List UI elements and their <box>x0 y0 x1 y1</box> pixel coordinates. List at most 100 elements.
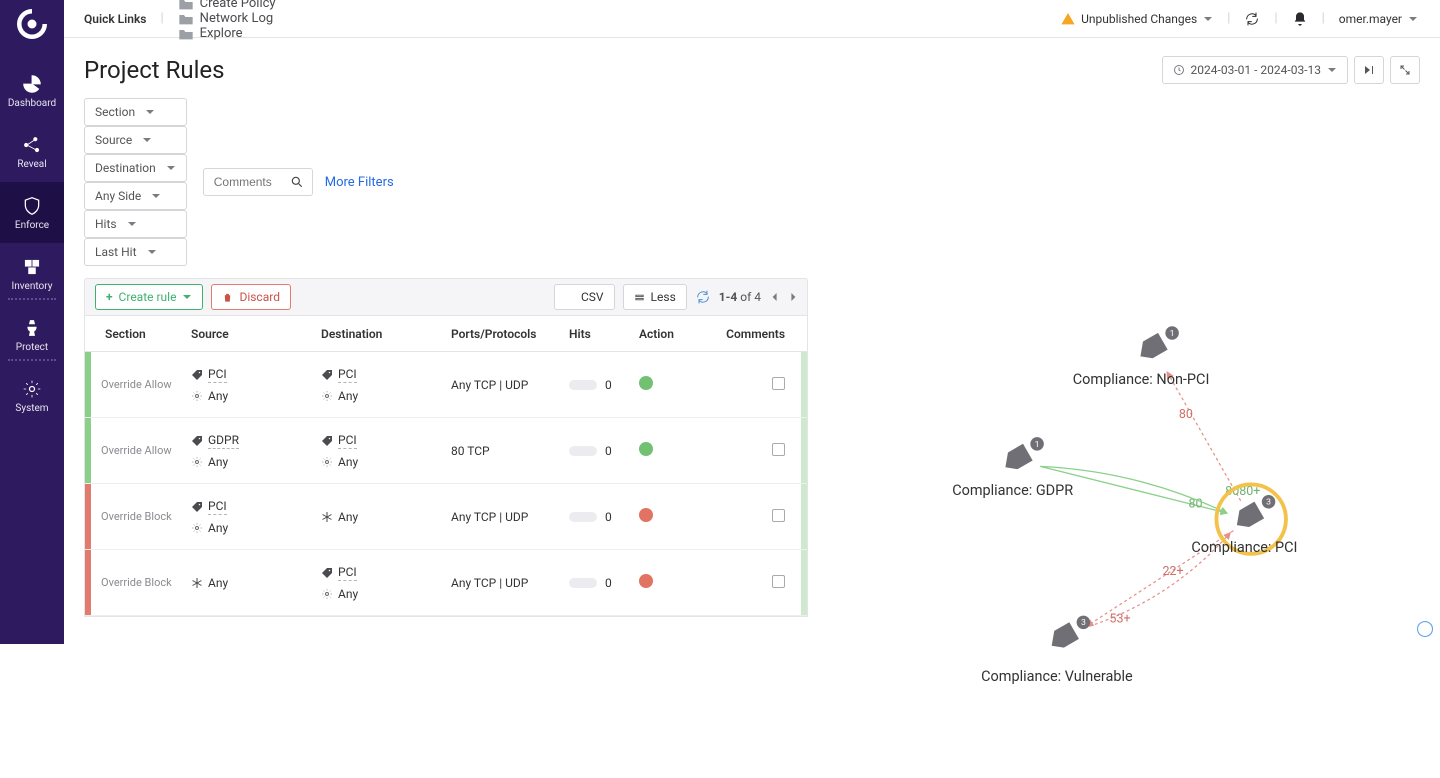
create-rule-button[interactable]: + Create rule <box>95 284 203 310</box>
col-hits: Hits <box>569 327 639 341</box>
filter-source[interactable]: Source <box>84 126 187 154</box>
tag-icon <box>191 435 203 447</box>
page-title: Project Rules <box>84 56 225 84</box>
node-label: Compliance: Non-PCI <box>1073 371 1210 388</box>
table-row[interactable]: Override BlockAnyPCIAnyAny TCP | UDP0 <box>85 550 807 616</box>
shield-icon <box>22 196 42 216</box>
rule-criteria[interactable]: Any <box>191 576 321 590</box>
asterisk-icon <box>191 577 203 589</box>
rule-criteria[interactable]: PCI <box>321 367 451 383</box>
bell-icon[interactable] <box>1292 11 1308 27</box>
nav-label: Enforce <box>15 220 49 231</box>
user-menu[interactable]: omer.mayer <box>1339 12 1418 26</box>
filter-last-hit[interactable]: Last Hit <box>84 238 187 266</box>
rule-criteria[interactable]: PCI <box>191 367 321 383</box>
less-button[interactable]: Less <box>623 284 687 310</box>
gear-icon <box>321 390 333 402</box>
rule-criteria[interactable]: Any <box>321 587 451 601</box>
unpublished-changes[interactable]: Unpublished Changes <box>1061 12 1213 26</box>
col-comments: Comments <box>719 327 807 341</box>
cell-ports: Any TCP | UDP <box>451 378 569 392</box>
cell-source: Any <box>191 576 321 590</box>
boxes-icon <box>22 257 42 277</box>
expand-icon <box>1399 64 1411 76</box>
chevron-down-icon <box>151 191 161 201</box>
more-filters-link[interactable]: More Filters <box>325 175 394 190</box>
nav-enforce[interactable]: Enforce <box>0 182 64 243</box>
chevron-down-icon <box>142 135 152 145</box>
col-source: Source <box>191 327 321 341</box>
nav-system[interactable]: System <box>0 365 64 426</box>
table-refresh-icon[interactable] <box>695 289 711 305</box>
rule-left-stripe <box>85 484 91 549</box>
jump-end-button[interactable] <box>1354 56 1384 84</box>
top-link-network-log[interactable]: Network Log <box>178 11 276 26</box>
rule-criteria[interactable]: PCI <box>321 565 451 581</box>
rule-criteria[interactable]: Any <box>191 455 321 469</box>
rule-criteria[interactable]: Any <box>191 389 321 403</box>
graph-node-nonpci[interactable]: 1 <box>1135 326 1179 363</box>
nav-dashboard[interactable]: Dashboard <box>0 60 64 121</box>
network-graph[interactable]: 808080+8022+53+1Compliance: Non-PCI1Comp… <box>822 278 1420 760</box>
nav-reveal[interactable]: Reveal <box>0 121 64 182</box>
rule-criteria[interactable]: PCI <box>321 433 451 449</box>
csv-button[interactable]: CSV <box>554 284 615 310</box>
graph-node-vuln[interactable]: 3 <box>1046 616 1090 653</box>
help-icon[interactable] <box>1416 620 1434 638</box>
graph-node-pci[interactable]: 3 <box>1231 495 1275 532</box>
rule-criteria[interactable]: Any <box>191 521 321 535</box>
svg-text:3: 3 <box>1266 498 1271 508</box>
edge-label: 53+ <box>1109 611 1130 626</box>
rule-right-stripe <box>801 550 807 615</box>
rule-criteria[interactable]: Any <box>321 389 451 403</box>
page-next-icon[interactable] <box>789 292 797 302</box>
action-red-icon <box>639 574 653 588</box>
cell-source: PCI Any <box>191 499 321 535</box>
comments-filter[interactable] <box>203 168 313 196</box>
table-row[interactable]: Override BlockPCIAnyAnyAny TCP | UDP0 <box>85 484 807 550</box>
date-range-picker[interactable]: 2024-03-01 - 2024-03-13 <box>1162 56 1348 84</box>
graph-panel[interactable]: 808080+8022+53+1Compliance: Non-PCI1Comp… <box>822 278 1420 778</box>
graph-edge[interactable] <box>1167 372 1240 501</box>
cell-destination: Any <box>321 510 451 524</box>
folder-icon <box>178 12 194 26</box>
page-prev-icon[interactable] <box>771 292 779 302</box>
rule-criteria[interactable]: Any <box>321 455 451 469</box>
rule-right-stripe <box>801 418 807 483</box>
graph-node-gdpr[interactable]: 1 <box>1000 437 1044 474</box>
cell-comments[interactable] <box>719 509 807 525</box>
comment-icon <box>772 575 785 588</box>
tag-icon <box>191 501 203 513</box>
top-link-create-policy[interactable]: Create Policy <box>178 0 276 11</box>
rule-criteria[interactable]: GDPR <box>191 433 321 449</box>
rule-left-stripe <box>85 352 91 417</box>
filter-section[interactable]: Section <box>84 98 187 126</box>
chevron-down-icon <box>1327 65 1337 75</box>
tag-icon <box>321 369 333 381</box>
nav-protect[interactable]: Protect <box>0 304 64 365</box>
comments-input[interactable] <box>214 175 274 189</box>
cell-comments[interactable] <box>719 377 807 393</box>
cell-comments[interactable] <box>719 575 807 591</box>
collapse-icon <box>634 292 645 303</box>
filter-destination[interactable]: Destination <box>84 154 187 182</box>
cell-hits: 0 <box>569 378 639 392</box>
filter-hits[interactable]: Hits <box>84 210 187 238</box>
discard-button[interactable]: Discard <box>211 284 291 310</box>
gear-icon <box>191 522 203 534</box>
chevron-down-icon <box>1408 14 1418 24</box>
rule-criteria[interactable]: Any <box>321 510 451 524</box>
side-nav: DashboardReveal Enforce InventoryProtectSy… <box>0 0 64 644</box>
warning-icon <box>1061 12 1075 26</box>
refresh-icon[interactable] <box>1244 11 1260 27</box>
fullscreen-button[interactable] <box>1390 56 1420 84</box>
quick-links-label: Quick Links <box>84 12 146 26</box>
nav-inventory[interactable]: Inventory <box>0 243 64 304</box>
rule-criteria[interactable]: PCI <box>191 499 321 515</box>
cell-comments[interactable] <box>719 443 807 459</box>
filter-any-side[interactable]: Any Side <box>84 182 187 210</box>
asterisk-icon <box>321 511 333 523</box>
search-icon <box>290 175 304 189</box>
table-row[interactable]: Override AllowPCIAnyPCIAnyAny TCP | UDP0 <box>85 352 807 418</box>
table-row[interactable]: Override AllowGDPRAnyPCIAny80 TCP0 <box>85 418 807 484</box>
